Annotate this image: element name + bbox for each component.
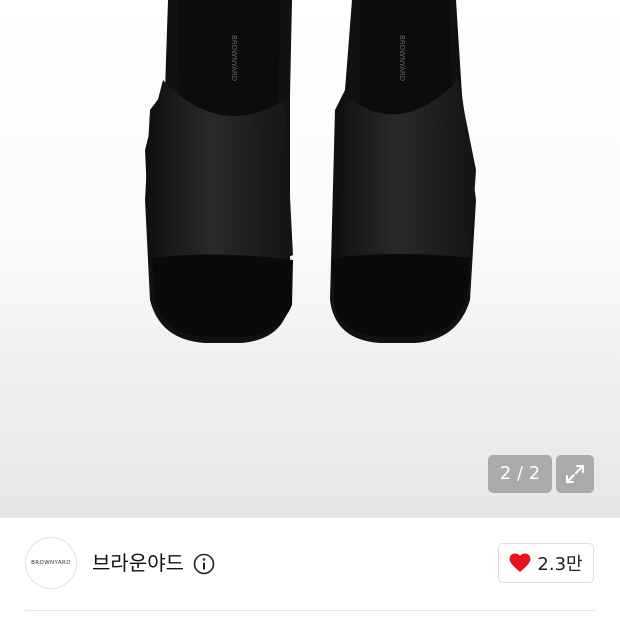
brand-logo-text: BROWNYARD: [31, 560, 71, 566]
like-button[interactable]: 2.3만: [498, 543, 594, 583]
product-image: BROWNYARD BROWNYARD: [145, 0, 476, 343]
left-sandal: BROWNYARD: [145, 0, 293, 343]
brand-name[interactable]: 브라운야드: [92, 549, 184, 577]
heart-icon: [509, 553, 531, 573]
svg-text:BROWNYARD: BROWNYARD: [398, 35, 406, 81]
like-count: 2.3만: [537, 554, 583, 575]
brand-logo[interactable]: BROWNYARD: [25, 537, 77, 589]
svg-text:BROWNYARD: BROWNYARD: [230, 35, 238, 81]
image-counter: 2 / 2: [488, 455, 552, 493]
right-sandal: BROWNYARD: [330, 0, 476, 343]
brand-bar: BROWNYARD 브라운야드 2.3만: [0, 518, 620, 620]
expand-arrows-icon: [566, 465, 584, 483]
expand-button[interactable]: [556, 455, 594, 493]
product-image-gallery[interactable]: BROWNYARD BROWNYARD 2 / 2: [0, 0, 620, 518]
divider: [25, 610, 595, 611]
info-icon[interactable]: [193, 553, 215, 575]
